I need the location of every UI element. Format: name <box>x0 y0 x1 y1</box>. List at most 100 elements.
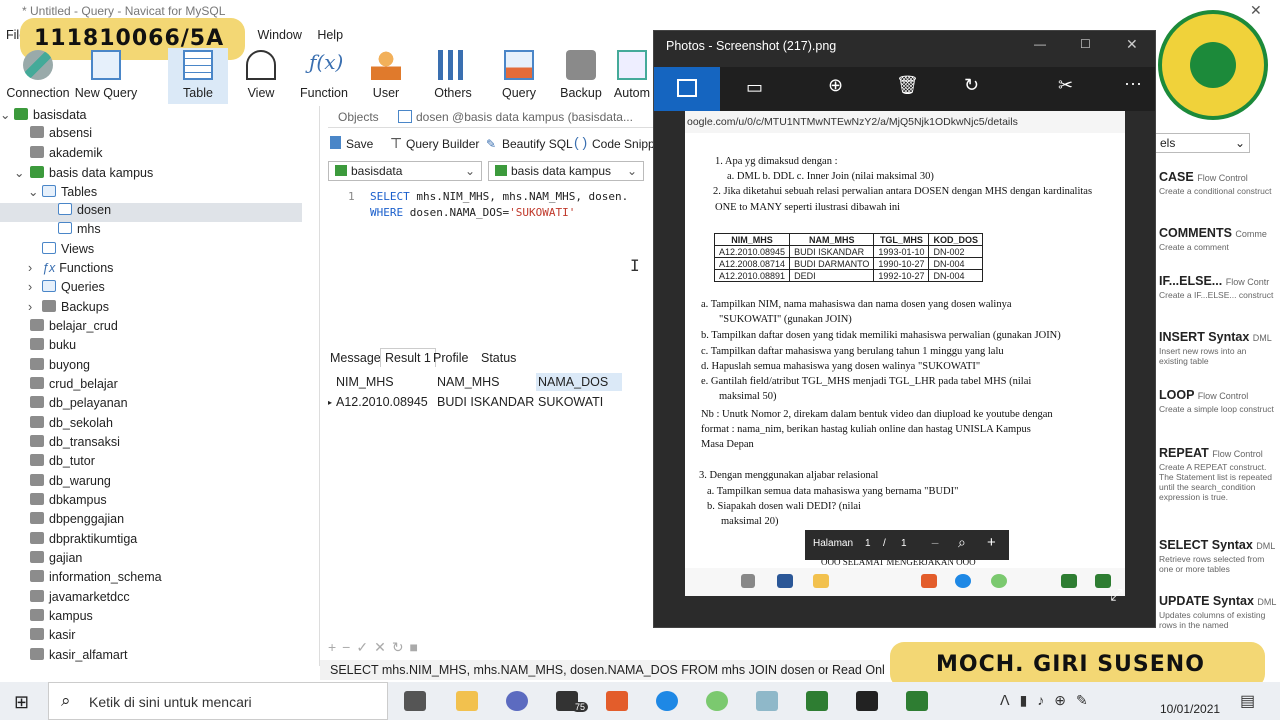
edit-icon[interactable]: ✂ <box>1058 75 1073 96</box>
tree-item-views[interactable]: Views <box>42 242 94 261</box>
save-button[interactable]: Save <box>346 137 373 151</box>
edge-icon[interactable] <box>656 691 678 711</box>
column-header[interactable]: NAM_MHS <box>437 373 537 391</box>
menu-window[interactable]: Window <box>252 24 308 46</box>
database-select[interactable]: basis data kampus ⌄ <box>488 161 644 181</box>
system-tray-icons[interactable]: ᐱ▮♪⊕✎ <box>1000 692 1098 709</box>
tab-message[interactable]: Message <box>330 351 381 365</box>
beautify-sql-button[interactable]: Beautify SQL <box>502 137 573 151</box>
tree-item-backups[interactable]: › Backups <box>28 300 109 319</box>
app-icon[interactable] <box>756 691 778 711</box>
connection-select[interactable]: basisdata ⌄ <box>328 161 482 181</box>
close-icon[interactable]: ✕ <box>1250 2 1262 19</box>
file-explorer-icon[interactable] <box>456 691 478 711</box>
snippet-item[interactable]: REPEAT Flow Control Create A REPEAT const… <box>1159 446 1277 502</box>
snippet-item[interactable]: CASE Flow Control Create a conditional co… <box>1159 170 1277 196</box>
tree-item-mhs[interactable]: mhs <box>58 222 101 241</box>
table-cell[interactable]: BUDI ISKANDAR <box>437 393 537 411</box>
tree-item-functions[interactable]: › ƒx Functions <box>28 261 113 280</box>
column-header[interactable]: NIM_MHS <box>336 373 436 391</box>
tree-item[interactable]: db_tutor <box>30 454 95 473</box>
tree-item[interactable]: crud_belajar <box>30 377 118 396</box>
app-icon[interactable] <box>506 691 528 711</box>
tree-item[interactable]: buyong <box>30 358 90 377</box>
tree-item[interactable]: information_schema <box>30 570 162 589</box>
expand-icon[interactable]: ⤢ <box>1110 587 1123 605</box>
tab-result-1[interactable]: Result 1 <box>380 348 436 367</box>
zoom-icon[interactable]: ⊕ <box>828 75 843 96</box>
minimize-icon[interactable]: — <box>1034 37 1046 51</box>
tree-item[interactable]: kasir_alfamart <box>30 648 128 666</box>
tree-item[interactable]: kasir <box>30 628 75 647</box>
notification-icon[interactable]: ▤ <box>1240 691 1255 711</box>
xampp-icon[interactable] <box>606 691 628 711</box>
menu-help[interactable]: Help <box>311 24 349 46</box>
tree-item-dosen[interactable]: dosen <box>0 203 302 222</box>
grid-nav-icons[interactable]: +−✓✕↻■ <box>328 639 424 656</box>
others-button[interactable]: Others <box>424 48 482 104</box>
snippet-item[interactable]: UPDATE Syntax DML Updates columns of exis… <box>1159 594 1277 630</box>
search-icon[interactable]: ⌕ <box>958 534 966 551</box>
tree-item[interactable]: gajian <box>30 551 82 570</box>
snippet-item[interactable]: IF...ELSE... Flow Contr Create a IF...ELS… <box>1159 274 1277 300</box>
tree-item[interactable]: kampus <box>30 609 93 628</box>
connection-button[interactable]: Connection <box>4 48 72 104</box>
sql-editor[interactable]: 1 SELECT mhs.NIM_MHS, mhs.NAM_MHS, dosen… <box>328 188 653 338</box>
excel-icon[interactable] <box>806 691 828 711</box>
photos-icon[interactable] <box>856 691 878 711</box>
excel-icon[interactable] <box>906 691 928 711</box>
query-builder-button[interactable]: Query Builder <box>406 137 479 151</box>
user-button[interactable]: User <box>358 48 414 104</box>
taskbar-search[interactable]: ⌕ Ketik di sini untuk mencari <box>48 682 388 720</box>
zoom-in-icon[interactable]: + <box>987 534 996 551</box>
more-icon[interactable]: ··· <box>1124 73 1142 94</box>
snippet-item[interactable]: COMMENTS Comme Create a comment <box>1159 226 1277 252</box>
tab-query[interactable]: dosen @basis data kampus (basisdata... <box>416 110 633 124</box>
column-header[interactable]: NAMA_DOS <box>536 373 622 391</box>
task-view-icon[interactable] <box>404 691 426 711</box>
navicat-icon[interactable] <box>706 691 728 711</box>
slideshow-icon[interactable]: ▭ <box>746 77 763 98</box>
tree-item[interactable]: belajar_crud <box>30 319 118 338</box>
tree-item[interactable]: db_sekolah <box>30 416 113 435</box>
tree-item[interactable]: buku <box>30 338 76 357</box>
tree-item[interactable]: akademik <box>30 146 103 165</box>
zoom-out-icon[interactable]: − <box>931 535 939 551</box>
tree-item-tables[interactable]: ⌄ Tables <box>28 184 97 203</box>
page-current[interactable]: 1 <box>865 538 871 549</box>
snippet-filter-select[interactable]: els ⌄ <box>1155 133 1250 153</box>
table-cell[interactable]: SUKOWATI <box>538 393 624 411</box>
view-button[interactable]: View <box>232 48 290 104</box>
maximize-icon[interactable]: ☐ <box>1080 37 1091 51</box>
close-icon[interactable]: ✕ <box>1126 36 1138 53</box>
tree-item[interactable]: dbpenggajian <box>30 512 124 531</box>
backup-button[interactable]: Backup <box>552 48 610 104</box>
rotate-icon[interactable]: ↻ <box>964 75 979 96</box>
function-button[interactable]: ƒ(x) Function <box>294 48 354 104</box>
tree-item[interactable]: db_warung <box>30 474 111 493</box>
tree-item[interactable]: db_transaksi <box>30 435 120 454</box>
automation-button[interactable]: Autom <box>612 48 652 104</box>
snippet-item[interactable]: SELECT Syntax DML Retrieve rows selected … <box>1159 538 1277 574</box>
tree-item[interactable]: dbpraktikumtiga <box>30 532 137 551</box>
tab-status[interactable]: Status <box>481 351 516 365</box>
windows-start-icon[interactable]: ⊞ <box>14 692 29 713</box>
tab-objects[interactable]: Objects <box>338 110 379 124</box>
tree-item[interactable]: javamarketdcc <box>30 590 130 609</box>
query-button[interactable]: Query <box>490 48 548 104</box>
tree-item-basisdata[interactable]: ⌄ basisdata <box>0 107 318 126</box>
tree-item-queries[interactable]: › Queries <box>28 280 105 299</box>
tree-item[interactable]: ⌄ basis data kampus <box>14 165 153 184</box>
table-cell[interactable]: A12.2010.08945 <box>336 393 436 411</box>
snippet-item[interactable]: LOOP Flow Control Create a simple loop co… <box>1159 388 1277 414</box>
delete-icon[interactable]: 🗑 <box>896 75 919 96</box>
tree-item[interactable]: db_pelayanan <box>30 396 128 415</box>
snippet-item[interactable]: INSERT Syntax DML Insert new rows into an… <box>1159 330 1277 366</box>
new-query-button[interactable]: New Query <box>74 48 138 104</box>
tree-item[interactable]: dbkampus <box>30 493 107 512</box>
view-image-button[interactable] <box>654 67 720 111</box>
code-snippet-button[interactable]: Code Snipp <box>592 137 655 151</box>
table-button[interactable]: Table <box>168 48 228 104</box>
tab-profile[interactable]: Profile <box>433 351 468 365</box>
tree-item[interactable]: absensi <box>30 126 92 145</box>
